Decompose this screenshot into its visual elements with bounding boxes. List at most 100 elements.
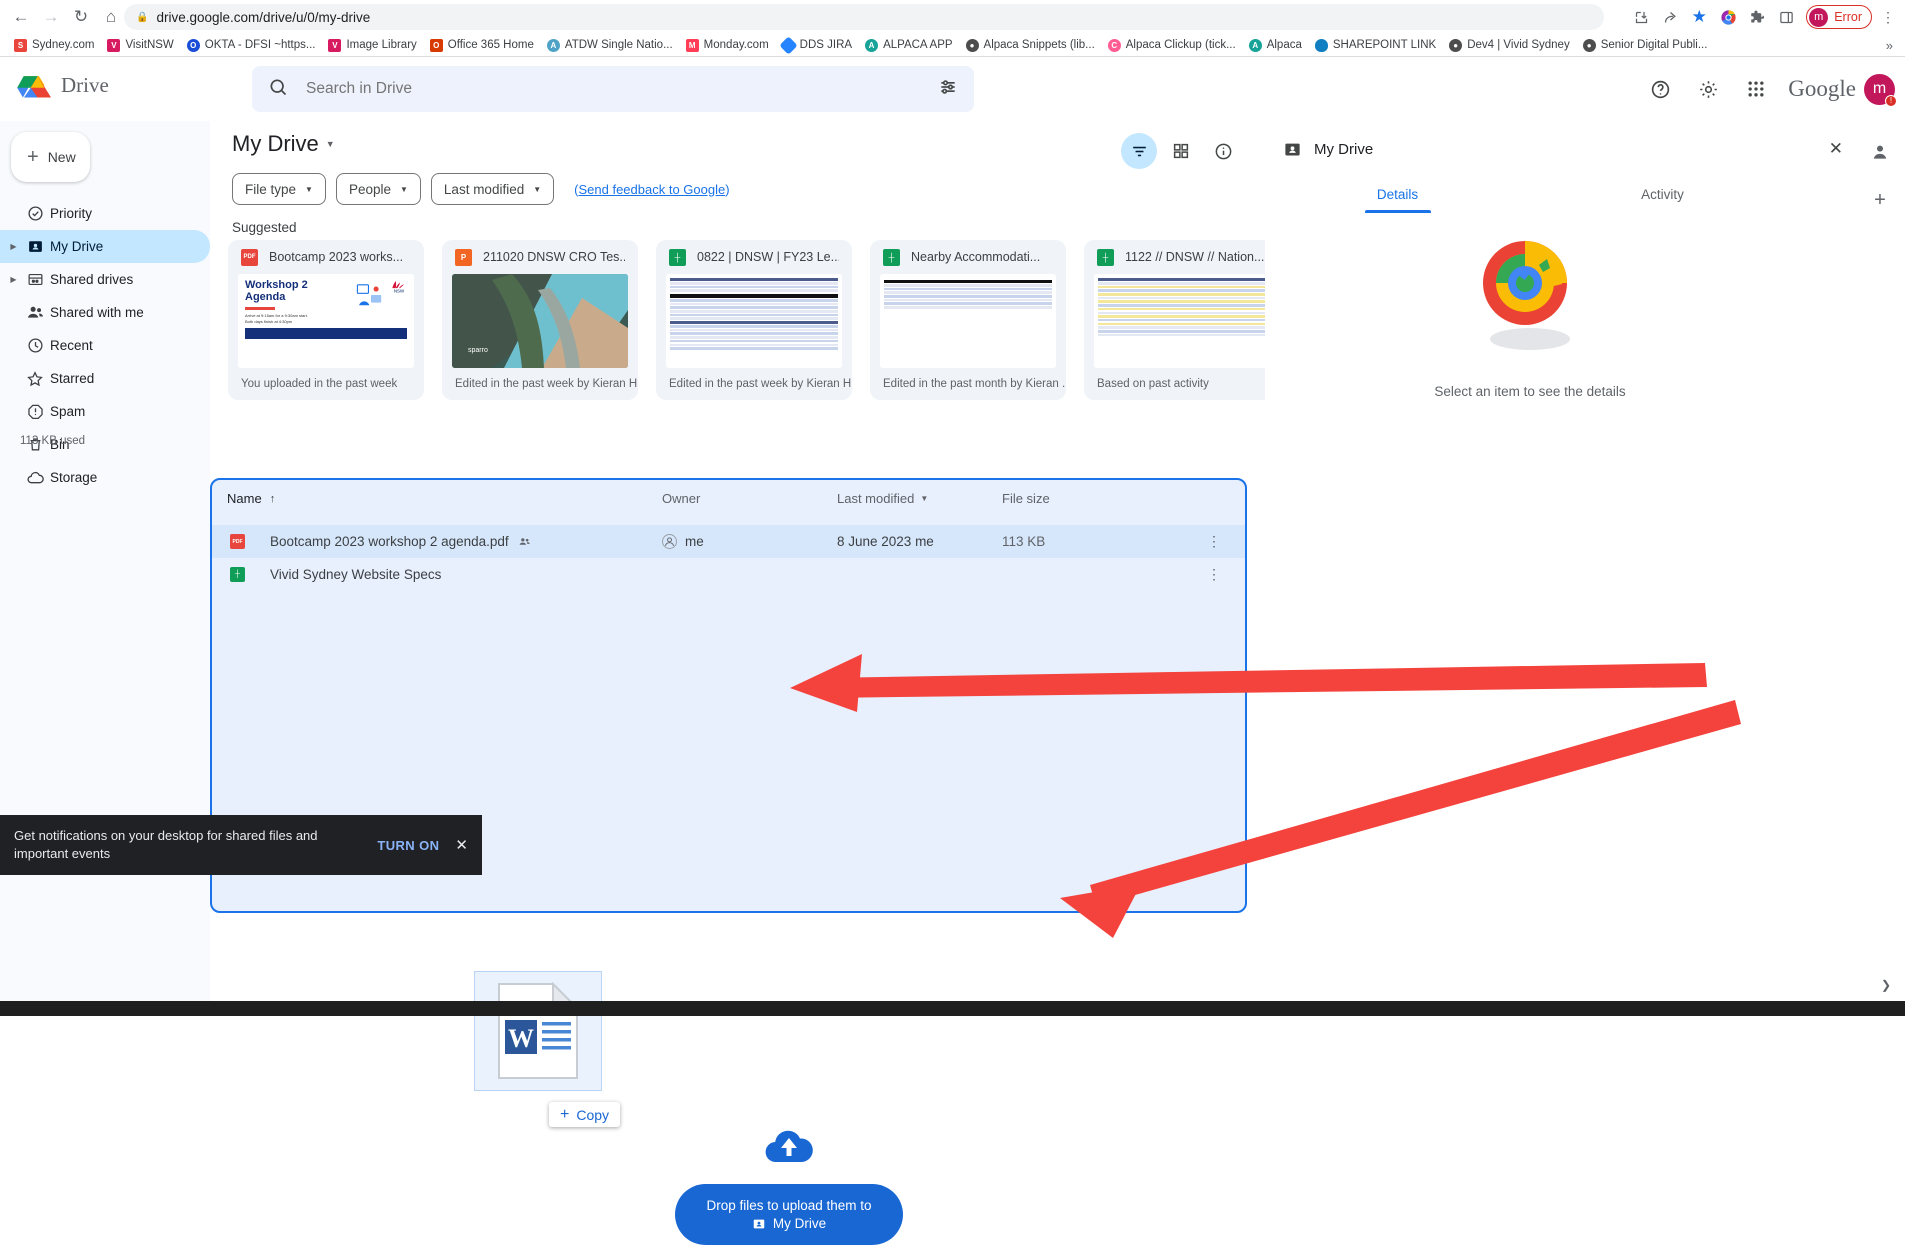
avatar[interactable]: m ! (1864, 73, 1897, 107)
contacts-icon[interactable] (1863, 135, 1897, 169)
forward-arrow-icon[interactable]: → (36, 2, 66, 32)
turn-on-button[interactable]: TURN ON (377, 838, 439, 853)
suggested-card[interactable]: ┼ 1122 // DNSW // Nation... Based on pas… (1084, 240, 1280, 400)
chevron-right-icon[interactable]: ❯ (1881, 978, 1891, 992)
bookmark-item[interactable]: O Office 365 Home (424, 37, 540, 54)
address-bar[interactable]: 🔒 drive.google.com/drive/u/0/my-drive (124, 4, 1604, 30)
tab-activity[interactable]: Activity (1530, 175, 1795, 213)
pdf-file-icon: PDF (241, 248, 258, 266)
pdf-file-icon: PDF (230, 534, 245, 549)
extensions-puzzle-icon[interactable] (1744, 4, 1770, 30)
upload-drop-target[interactable]: Drop files to upload them to My Drive (675, 1125, 903, 1245)
grid-view-icon[interactable] (1163, 133, 1199, 169)
three-dot-menu-icon[interactable]: ⋮ (1875, 4, 1901, 30)
sidebar-item-my-drive[interactable]: ▶ My Drive (0, 230, 210, 263)
search-bar[interactable] (252, 66, 974, 112)
column-header-name[interactable]: Name ↑ (227, 491, 275, 506)
bookmark-label: ATDW Single Natio... (564, 39, 673, 51)
sheets-file-icon: ┼ (669, 248, 686, 266)
sidebar-item-shared-with-me[interactable]: Shared with me (0, 296, 210, 329)
filter-chip-file-type[interactable]: File type ▼ (232, 173, 326, 205)
bookmark-item[interactable]: V Image Library (322, 37, 422, 54)
bookmark-label: DDS JIRA (799, 39, 853, 51)
chevron-down-icon[interactable]: ▼ (326, 139, 335, 149)
reload-icon[interactable]: ↻ (66, 2, 96, 32)
home-icon[interactable]: ⌂ (96, 2, 126, 32)
search-input[interactable] (306, 80, 938, 98)
filter-list-icon[interactable] (1121, 133, 1157, 169)
star-icon (20, 370, 50, 388)
plus-icon[interactable]: + (1863, 183, 1897, 217)
drop-files-label: Drop files to upload them to (706, 1198, 872, 1213)
suggested-card[interactable]: P 211020 DNSW CRO Tes... sparro Edited i… (442, 240, 638, 400)
gear-icon[interactable] (1688, 69, 1728, 109)
help-icon[interactable] (1640, 69, 1680, 109)
new-button[interactable]: + New (11, 132, 90, 182)
bookmark-item[interactable]: ● Senior Digital Publi... (1577, 37, 1714, 54)
bookmark-item[interactable]: ● Dev4 | Vivid Sydney (1443, 37, 1576, 54)
bookmark-item[interactable]: S Sydney.com (8, 37, 100, 54)
bookmark-item[interactable]: A ATDW Single Natio... (541, 37, 679, 54)
install-icon[interactable] (1628, 4, 1654, 30)
bookmark-item[interactable]: DDS JIRA (776, 35, 858, 55)
sidebar-item-storage[interactable]: Storage (0, 461, 210, 494)
favicon-icon: V (328, 38, 342, 52)
bookmark-item[interactable]: C Alpaca Clickup (tick... (1102, 37, 1242, 54)
browser-chrome: ← → ↻ ⌂ 🔒 drive.google.com/drive/u/0/my-… (0, 0, 1905, 57)
extension-color-icon[interactable] (1715, 4, 1741, 30)
sidebar-item-spam[interactable]: Spam (0, 395, 210, 428)
table-row[interactable]: ┼ Vivid Sydney Website Specs ⋮ (212, 558, 1245, 591)
bookmark-item[interactable]: ● Alpaca Snippets (lib... (960, 37, 1101, 54)
priority-check-icon (20, 205, 50, 222)
bookmark-item[interactable]: A Alpaca (1243, 37, 1308, 54)
bookmark-item[interactable]: O OKTA - DFSI ~https... (181, 37, 322, 54)
more-vertical-icon[interactable]: ⋮ (1207, 566, 1221, 583)
back-arrow-icon[interactable]: ← (6, 2, 36, 32)
sidebar-item-starred[interactable]: Starred (0, 362, 210, 395)
sidebar-item-recent[interactable]: Recent (0, 329, 210, 362)
suggested-card[interactable]: ┼ 0822 | DNSW | FY23 Le... Edited in the… (656, 240, 852, 400)
profile-chip[interactable]: m Error (1806, 5, 1872, 29)
suggested-card[interactable]: ┼ Nearby Accommodati... Edited in the pa… (870, 240, 1066, 400)
details-panel: My Drive ✕ Details Activity Select an it… (1265, 121, 1855, 1001)
filter-chip-people[interactable]: People ▼ (335, 173, 421, 205)
table-row[interactable]: PDF Bootcamp 2023 workshop 2 agenda.pdf … (212, 525, 1245, 558)
bookmark-item[interactable]: V VisitNSW (101, 37, 179, 54)
bookmark-item[interactable]: M Monday.com (680, 37, 775, 54)
close-icon[interactable]: ✕ (455, 836, 468, 854)
taskbar (0, 1001, 1905, 1016)
suggested-card[interactable]: PDF Bootcamp 2023 works... Workshop 2 Age… (228, 240, 424, 400)
sidebar-item-shared-drives[interactable]: ▶ Shared drives (0, 263, 210, 296)
card-header: PDF Bootcamp 2023 works... (228, 240, 424, 274)
sidebar-item-priority[interactable]: Priority (0, 197, 210, 230)
search-icon (268, 77, 288, 102)
drive-logo-area[interactable]: Drive (16, 69, 109, 102)
expand-caret-icon[interactable]: ▶ (7, 242, 20, 251)
bookmark-star-icon[interactable]: ★ (1686, 4, 1712, 30)
bookmarks-overflow-button[interactable]: » (1886, 38, 1893, 53)
share-icon[interactable] (1657, 4, 1683, 30)
apps-grid-icon[interactable] (1736, 69, 1776, 109)
page-title-row[interactable]: My Drive ▼ (232, 131, 335, 157)
bookmark-item[interactable]: SHAREPOINT LINK (1309, 37, 1442, 54)
close-icon[interactable]: ✕ (1829, 139, 1843, 159)
google-wordmark: Google (1788, 76, 1856, 101)
expand-caret-icon[interactable]: ▶ (7, 275, 20, 284)
bookmark-label: Senior Digital Publi... (1600, 39, 1708, 51)
favicon-icon: O (429, 38, 443, 52)
more-vertical-icon[interactable]: ⋮ (1207, 533, 1221, 550)
column-header-file-size[interactable]: File size (1002, 491, 1050, 506)
drop-files-pill[interactable]: Drop files to upload them to My Drive (675, 1184, 903, 1245)
tab-details[interactable]: Details (1265, 175, 1530, 213)
send-feedback-link[interactable]: (Send feedback to Google) (574, 182, 729, 197)
column-header-owner[interactable]: Owner (662, 491, 700, 506)
bookmark-item[interactable]: A ALPACA APP (859, 37, 958, 54)
card-footer: You uploaded in the past week (241, 378, 398, 390)
column-header-last-modified[interactable]: Last modified ▼ (837, 491, 928, 506)
card-footer: Edited in the past month by Kieran ... (883, 378, 1066, 390)
side-panel-icon[interactable] (1773, 4, 1799, 30)
search-options-icon[interactable] (938, 77, 958, 102)
info-icon[interactable] (1205, 133, 1241, 169)
filter-chip-last-modified[interactable]: Last modified ▼ (430, 173, 555, 205)
chip-label: File type (245, 181, 297, 197)
